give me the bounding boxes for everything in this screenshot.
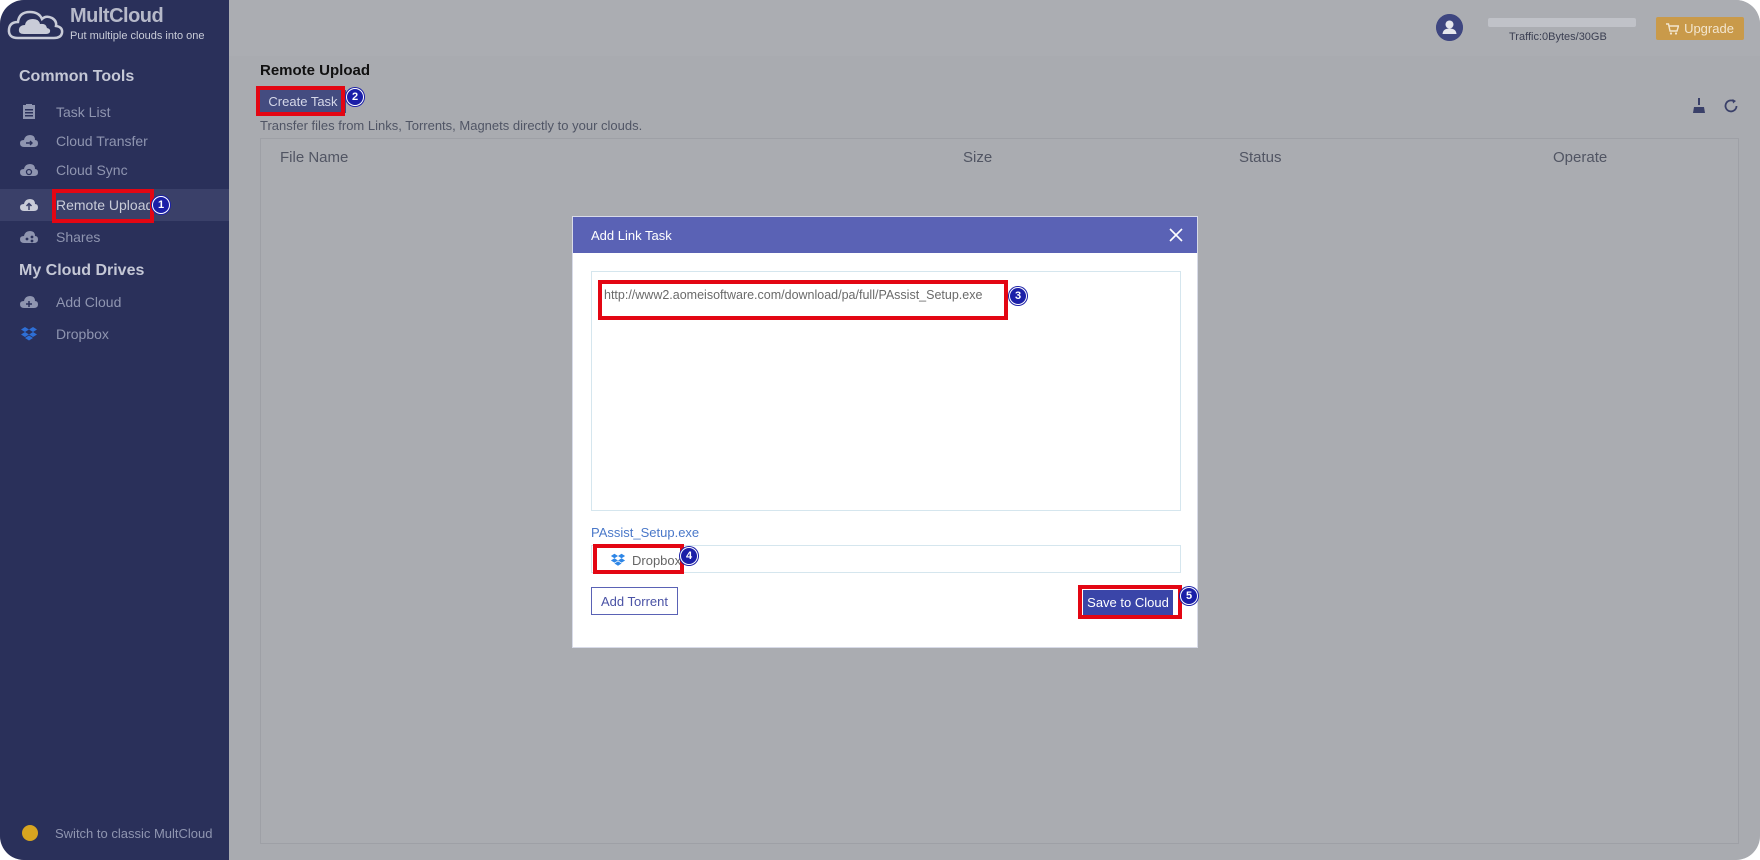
sidebar-item-cloud-sync[interactable]: Cloud Sync [0,154,229,186]
sidebar: MultCloud Put multiple clouds into one C… [0,0,229,860]
switch-classic-label: Switch to classic MultCloud [55,826,213,841]
add-torrent-button[interactable]: Add Torrent [591,587,678,615]
sidebar-item-label: Add Cloud [56,294,122,310]
page-subtitle: Transfer files from Links, Torrents, Mag… [260,118,643,133]
step-badge-1: 1 [152,196,170,214]
broom-icon[interactable] [1691,98,1707,114]
sidebar-item-label: Dropbox [56,326,109,342]
dropbox-icon [21,327,37,341]
highlight-box-2 [256,86,345,116]
app-tagline: Put multiple clouds into one [70,30,205,42]
sidebar-item-add-cloud[interactable]: Add Cloud [0,286,229,318]
dialog-header: Add Link Task [573,217,1197,253]
traffic-progress-bar [1488,18,1636,27]
switch-icon [22,825,38,841]
cloud-add-icon [20,296,38,308]
top-header [229,0,1760,56]
sidebar-item-shares[interactable]: Shares [0,221,229,253]
highlight-box-3 [598,280,1008,320]
step-badge-3: 3 [1009,287,1027,305]
column-header-status: Status [1239,149,1282,166]
cloud-transfer-icon [20,135,38,147]
upgrade-button[interactable]: Upgrade [1656,17,1744,40]
parsed-file-name: PAssist_Setup.exe [591,525,700,540]
logo[interactable]: MultCloud Put multiple clouds into one [0,0,229,56]
cart-icon [1666,22,1680,35]
traffic-text: Traffic:0Bytes/30GB [1509,31,1607,43]
sidebar-item-label: Task List [56,104,111,120]
clipboard-icon [23,104,35,119]
highlight-box-4 [593,544,684,574]
dialog-title: Add Link Task [591,228,672,243]
upgrade-label: Upgrade [1684,21,1734,36]
app-name: MultCloud [70,5,164,27]
common-tools-heading: Common Tools [19,68,135,85]
highlight-box-1 [52,189,154,223]
sidebar-item-label: Cloud Sync [56,162,128,178]
cloud-sync-icon [20,164,38,176]
step-badge-2: 2 [346,88,364,106]
sidebar-item-dropbox[interactable]: Dropbox [0,318,229,350]
page-title: Remote Upload [260,62,371,79]
step-badge-4: 4 [680,547,698,565]
step-badge-5: 5 [1180,587,1198,605]
my-cloud-drives-heading: My Cloud Drives [19,262,145,279]
column-header-file-name: File Name [280,149,349,166]
column-header-operate: Operate [1553,149,1608,166]
close-icon[interactable] [1167,226,1185,244]
sidebar-item-label: Cloud Transfer [56,133,148,149]
app-window: MultCloud Put multiple clouds into one C… [0,0,1760,860]
multcloud-logo-icon [7,10,64,40]
sidebar-item-cloud-transfer[interactable]: Cloud Transfer [0,125,229,157]
highlight-box-5 [1078,585,1182,619]
cloud-upload-icon [20,199,38,211]
refresh-icon[interactable] [1723,98,1739,114]
column-header-size: Size [963,149,993,166]
sidebar-item-task-list[interactable]: Task List [0,96,229,128]
sidebar-item-label: Shares [56,229,101,245]
user-avatar-icon[interactable] [1436,14,1463,41]
share-icon [20,231,38,243]
